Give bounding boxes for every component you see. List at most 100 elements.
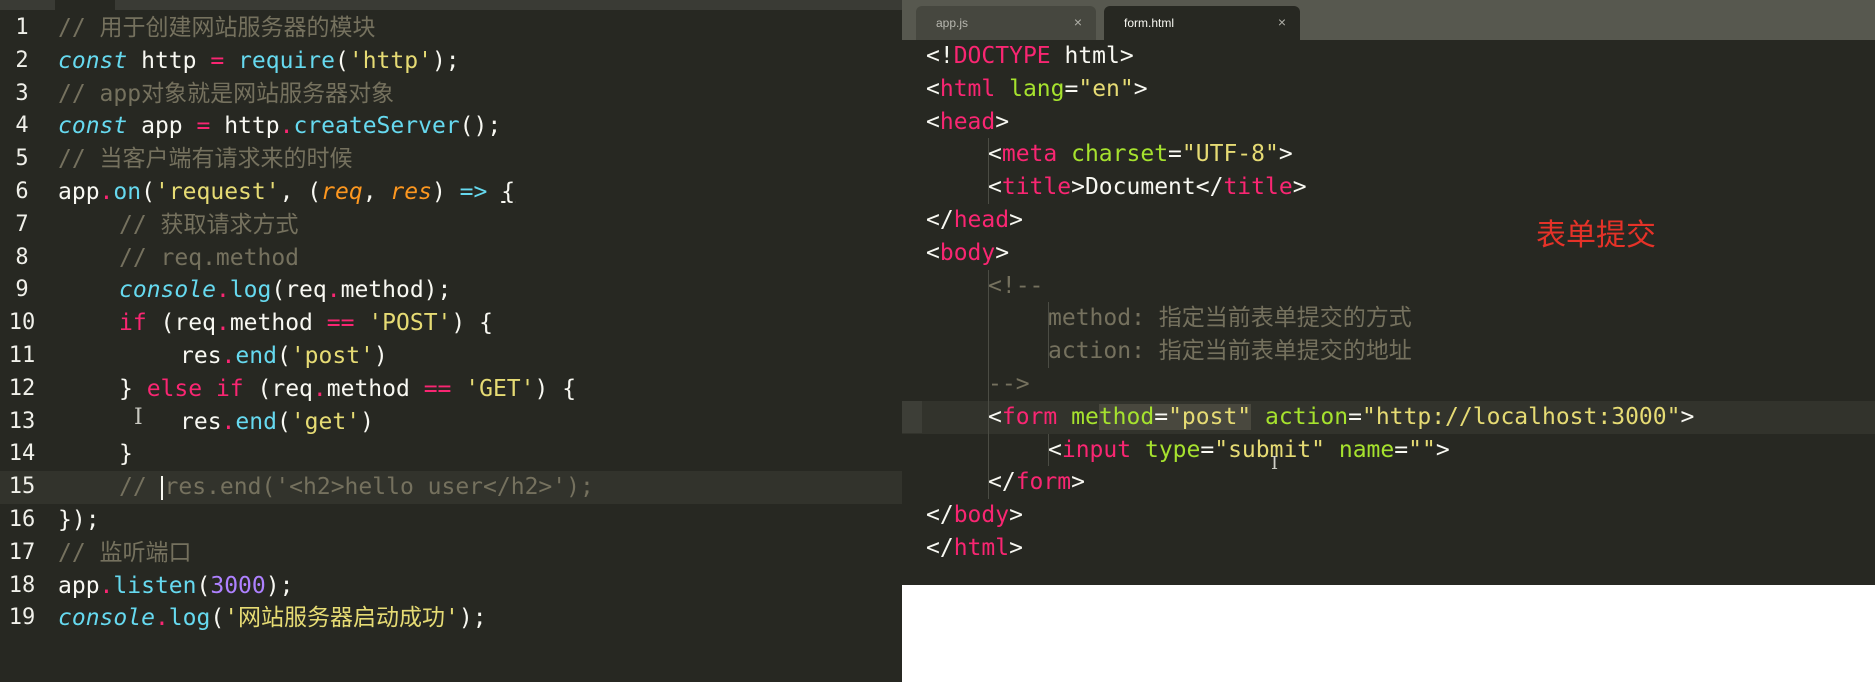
code-token: , bbox=[362, 178, 391, 205]
code-line[interactable]: 18 app.listen(3000); bbox=[0, 570, 902, 603]
code-line[interactable]: 5 // 当客户端有请求来的时候 bbox=[0, 143, 902, 176]
code-line[interactable]: <title>Document</title> bbox=[902, 171, 1875, 204]
code-token: >Document</ bbox=[1071, 174, 1224, 201]
code-token: // 获取请求方式 bbox=[119, 211, 299, 238]
code-line[interactable]: 8 // req.method bbox=[0, 242, 902, 275]
code-token: end bbox=[235, 408, 277, 435]
code-text: } else if (req.method == 'GET') { bbox=[119, 373, 576, 406]
right-code-area[interactable]: <!DOCTYPE html> <html lang="en"> <head> <me… bbox=[902, 40, 1875, 565]
code-token: app bbox=[58, 178, 100, 205]
code-token: = bbox=[1394, 436, 1409, 463]
code-line[interactable]: <!DOCTYPE html> bbox=[902, 40, 1875, 73]
code-line[interactable]: 6 app.on('request', (req, res) => { bbox=[0, 176, 902, 209]
close-icon[interactable]: × bbox=[1074, 14, 1082, 30]
code-token: <! bbox=[926, 43, 954, 69]
line-number: 5 bbox=[15, 146, 29, 172]
code-token: const bbox=[58, 47, 128, 74]
code-line[interactable]: 12} else if (req.method == 'GET') { bbox=[0, 373, 902, 406]
right-code-editor[interactable]: app.js × form.html × <!DOCTYPE html> <htm… bbox=[902, 0, 1875, 585]
code-line[interactable]: <form method="post" action="http://local… bbox=[902, 400, 1875, 434]
code-token: action bbox=[1265, 403, 1349, 430]
indent-guide bbox=[1048, 433, 1049, 467]
code-line[interactable]: 17 // 监听端口 bbox=[0, 537, 902, 570]
code-token: // 当客户端有请求来的时候 bbox=[58, 146, 353, 173]
tab-form-html[interactable]: form.html × bbox=[1104, 6, 1300, 40]
code-token: // bbox=[119, 474, 161, 501]
code-text: </body> bbox=[926, 499, 1023, 532]
code-token: if bbox=[119, 310, 147, 337]
code-line[interactable]: </html> bbox=[902, 532, 1875, 565]
code-token: ) bbox=[360, 408, 374, 435]
code-line[interactable]: 11 res.end('post') bbox=[0, 340, 902, 373]
code-token: listen bbox=[113, 572, 197, 599]
code-token: name bbox=[1338, 436, 1395, 463]
code-text: <!-- bbox=[988, 270, 1043, 303]
code-token: thod bbox=[1098, 403, 1155, 430]
line-number: 4 bbox=[15, 113, 29, 139]
code-token: req bbox=[321, 178, 363, 205]
code-line[interactable]: </body> bbox=[902, 499, 1875, 532]
code-line[interactable]: <html lang="en"> bbox=[902, 73, 1875, 106]
code-line[interactable]: <!-- bbox=[902, 270, 1875, 303]
close-icon[interactable]: × bbox=[1278, 14, 1286, 30]
line-number: 9 bbox=[15, 277, 29, 303]
code-token: const bbox=[58, 113, 128, 140]
code-token: log bbox=[229, 277, 272, 304]
code-token: app bbox=[127, 113, 197, 140]
tab-label: form.html bbox=[1124, 16, 1175, 30]
tab-app-js[interactable]: app.js × bbox=[916, 6, 1096, 40]
left-code-area[interactable]: 1// 用于创建网站服务器的模块 2 const http = require('h… bbox=[0, 12, 902, 635]
code-line[interactable]: 3 // app对象就是网站服务器对象 bbox=[0, 78, 902, 111]
code-token: if bbox=[215, 375, 244, 402]
code-text: if (req.method == 'POST') { bbox=[119, 307, 493, 340]
code-line[interactable]: 2 const http = require('http'); bbox=[0, 45, 902, 78]
line-number: 11 bbox=[8, 342, 36, 368]
code-token: res bbox=[180, 342, 222, 369]
code-token: http bbox=[127, 47, 211, 74]
code-token: < bbox=[988, 174, 1002, 201]
code-text: const http = require('http'); bbox=[58, 45, 460, 78]
code-text: <html lang="en"> bbox=[926, 73, 1148, 106]
code-token: </ bbox=[988, 469, 1016, 496]
code-line[interactable]: <body> bbox=[902, 237, 1875, 270]
code-line[interactable]: 14} bbox=[0, 438, 902, 471]
code-token: > bbox=[1009, 534, 1023, 561]
code-token: > bbox=[1680, 403, 1695, 430]
line-number: 13 bbox=[8, 408, 36, 434]
code-token: }); bbox=[58, 506, 100, 533]
code-line[interactable]: 19 console.log('网站服务器启动成功'); bbox=[0, 602, 902, 635]
line-number: 6 bbox=[15, 178, 29, 204]
code-line[interactable]: 9 console.log(req.method); bbox=[0, 274, 902, 307]
code-line[interactable]: 16}); bbox=[0, 504, 902, 537]
code-token: < bbox=[926, 108, 940, 135]
code-token: ); bbox=[265, 572, 294, 599]
code-token: ) bbox=[373, 342, 388, 369]
code-line[interactable]: <meta charset="UTF-8"> bbox=[902, 138, 1875, 171]
code-line[interactable]: --> bbox=[902, 368, 1875, 401]
indent-guide bbox=[1048, 302, 1049, 368]
code-line[interactable]: 15 // res.end('<h2>hello user</h2>'); bbox=[0, 471, 902, 504]
code-line[interactable]: 4 const app = http.createServer(); bbox=[0, 110, 902, 143]
line-number: 1 bbox=[15, 15, 29, 40]
code-token: . bbox=[215, 310, 230, 337]
code-line[interactable]: </head> bbox=[902, 204, 1875, 237]
code-token: log bbox=[168, 605, 211, 632]
code-line[interactable]: </form> bbox=[902, 466, 1875, 499]
left-code-editor[interactable]: 1// 用于创建网站服务器的模块 2 const http = require('h… bbox=[0, 0, 902, 682]
code-token: . bbox=[221, 342, 236, 369]
code-token: '网站服务器启动成功' bbox=[224, 605, 459, 632]
code-line[interactable]: 1 // 用于创建网站服务器的模块 bbox=[0, 12, 902, 45]
code-token: , ( bbox=[279, 178, 322, 205]
code-line[interactable]: <head> bbox=[902, 106, 1875, 139]
code-text: </head> bbox=[926, 204, 1023, 237]
code-text: // 当客户端有请求来的时候 bbox=[58, 143, 353, 176]
code-line[interactable]: 10 if (req.method == 'POST') { bbox=[0, 307, 902, 340]
code-token: 'POST' bbox=[368, 310, 452, 337]
code-line[interactable]: 7 // 获取请求方式 bbox=[0, 209, 902, 242]
code-token: { bbox=[501, 178, 516, 205]
code-text: <title>Document</title> bbox=[988, 171, 1307, 204]
